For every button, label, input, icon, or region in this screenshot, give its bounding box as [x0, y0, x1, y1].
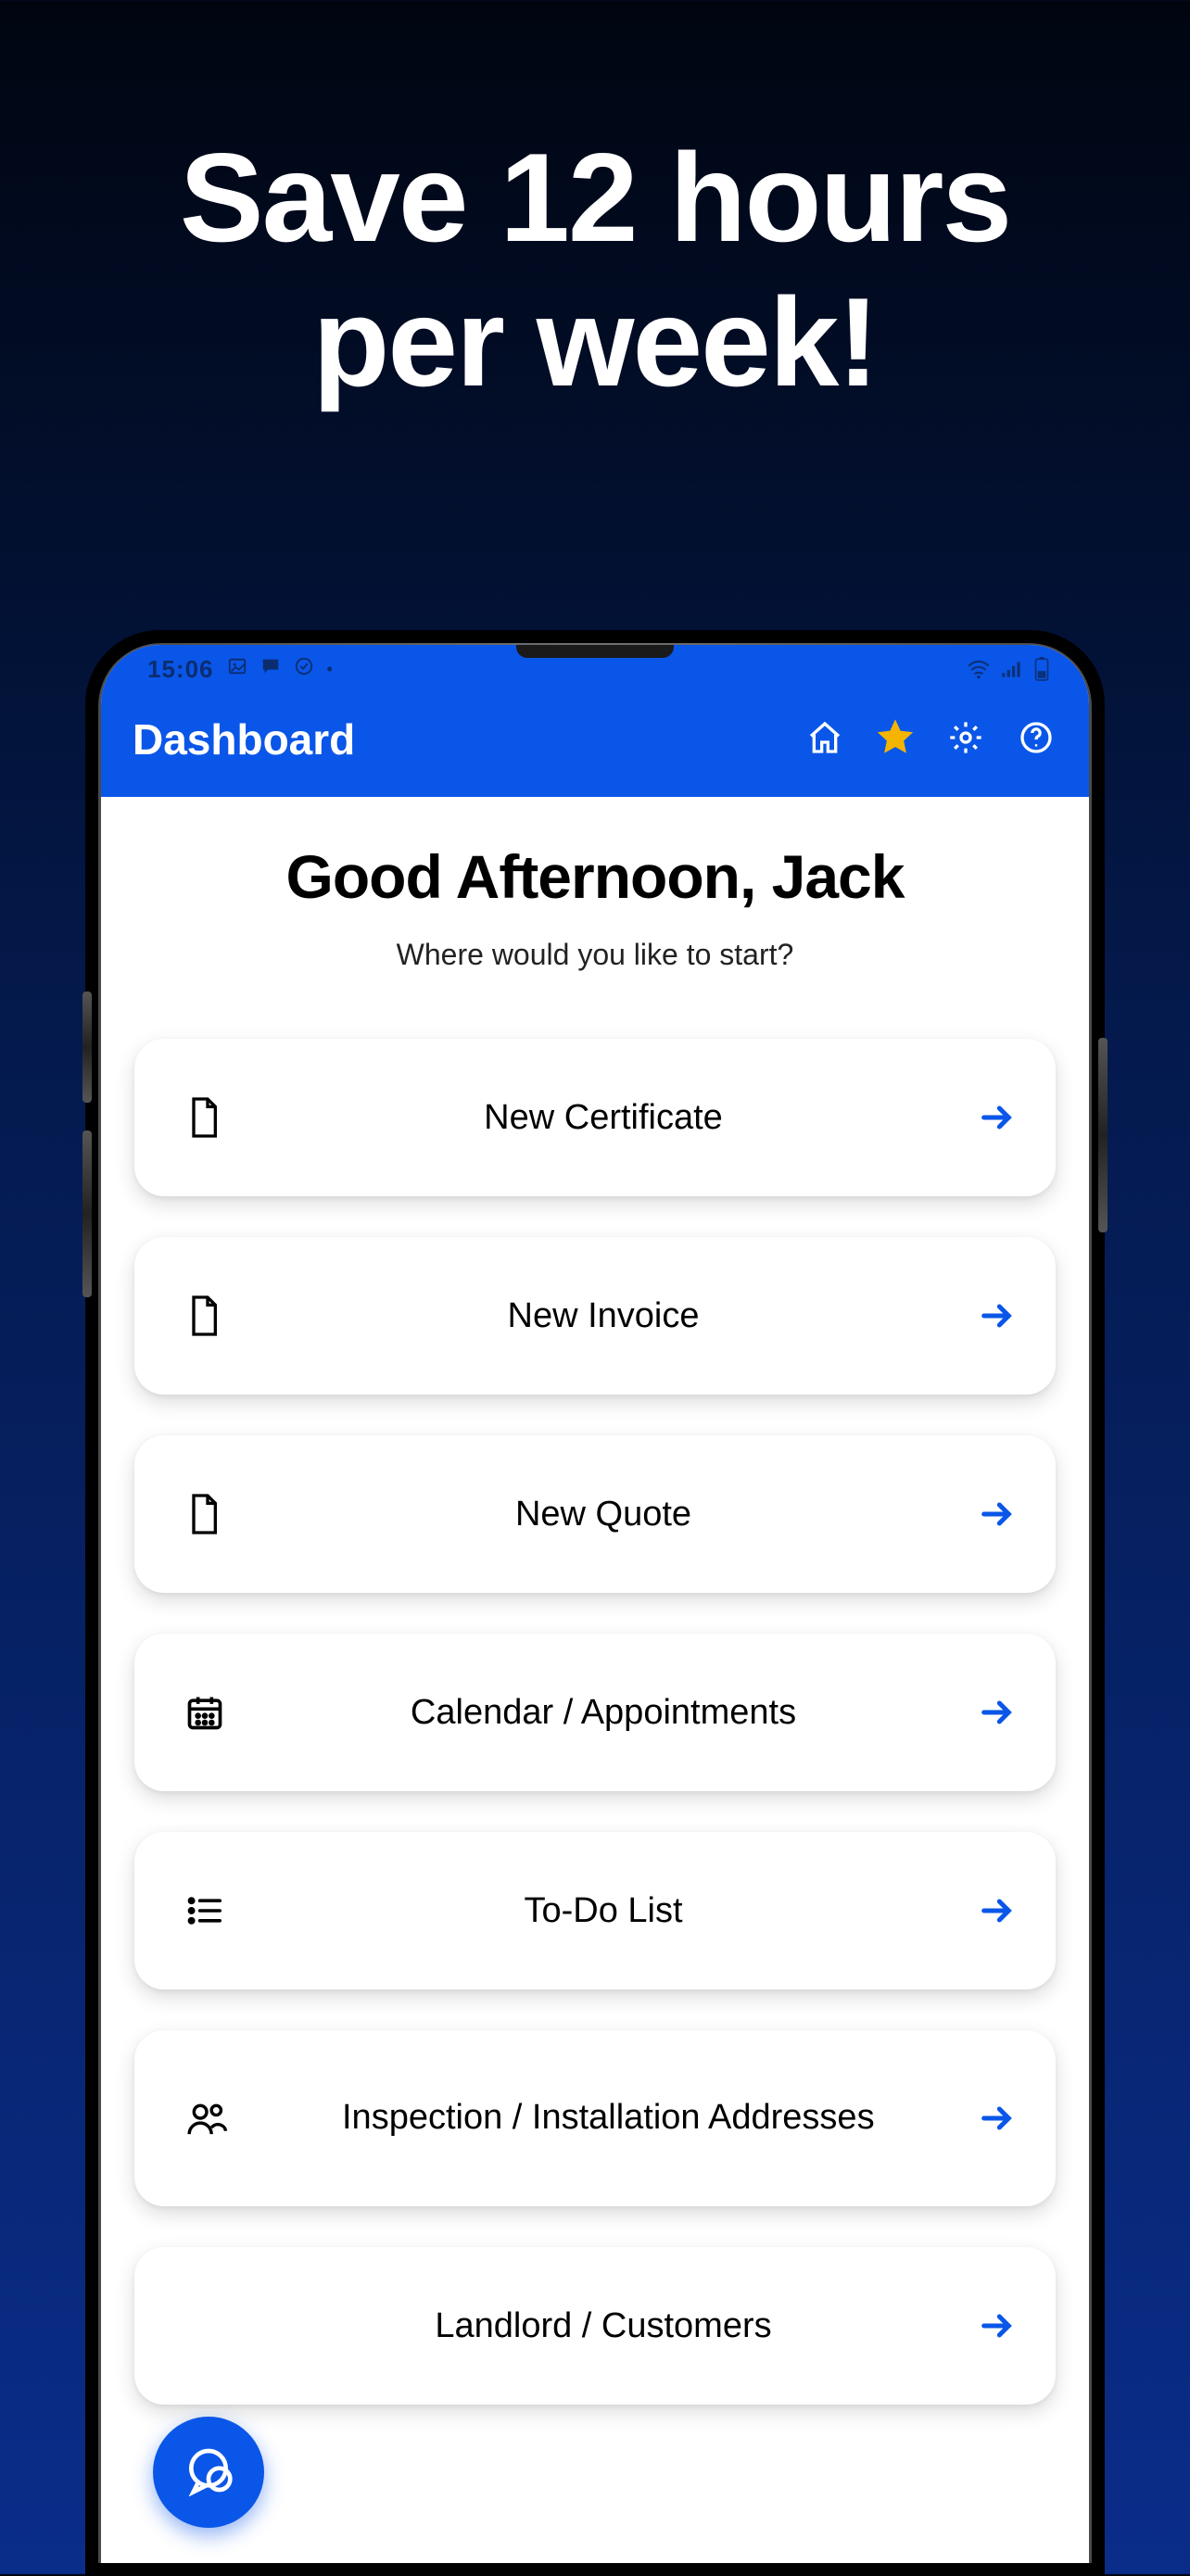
favorites-button[interactable]: [874, 718, 917, 761]
wifi-icon: [967, 659, 991, 679]
gear-icon: [947, 719, 984, 761]
document-icon: [184, 1095, 240, 1140]
card-label: To-Do List: [240, 1891, 967, 1931]
headline-line2: per week!: [0, 270, 1190, 414]
arrow-right-icon: [967, 2100, 1015, 2137]
todo-list-card[interactable]: To-Do List: [134, 1832, 1056, 1989]
marketing-headline: Save 12 hours per week!: [0, 0, 1190, 415]
dashboard-card-list: New Certificate New Invoice: [134, 1039, 1056, 2405]
list-icon: [184, 1894, 240, 1927]
greeting-text: Good Afternoon, Jack: [134, 841, 1056, 912]
phone-screen: 15:06 •: [101, 645, 1089, 2563]
card-label: New Invoice: [240, 1296, 967, 1336]
check-indicator-icon: [294, 656, 314, 682]
phone-side-button: [82, 991, 92, 1103]
new-quote-card[interactable]: New Quote: [134, 1435, 1056, 1593]
arrow-right-icon: [967, 1297, 1015, 1334]
message-indicator-icon: [260, 656, 281, 682]
dashboard-content: Good Afternoon, Jack Where would you lik…: [101, 797, 1089, 2405]
star-icon: [876, 718, 915, 762]
card-label: New Quote: [240, 1495, 967, 1534]
card-label: Landlord / Customers: [240, 2306, 967, 2346]
phone-side-button: [82, 1130, 92, 1297]
status-bar-right: [967, 657, 1050, 681]
card-label: Calendar / Appointments: [240, 1693, 967, 1733]
arrow-right-icon: [967, 1496, 1015, 1533]
dot-indicator-icon: •: [327, 660, 333, 679]
new-certificate-card[interactable]: New Certificate: [134, 1039, 1056, 1196]
arrow-right-icon: [967, 1892, 1015, 1929]
arrow-right-icon: [967, 1694, 1015, 1731]
help-icon: [1018, 719, 1055, 761]
landlord-customers-card[interactable]: Landlord / Customers: [134, 2247, 1056, 2405]
phone-bezel: 15:06 •: [98, 643, 1092, 2563]
page-title: Dashboard: [133, 714, 355, 764]
document-icon: [184, 1294, 240, 1338]
inspection-addresses-card[interactable]: Inspection / Installation Addresses: [134, 2030, 1056, 2206]
document-icon: [184, 1492, 240, 1536]
help-button[interactable]: [1015, 718, 1057, 761]
image-indicator-icon: [227, 656, 247, 682]
signal-icon: [1000, 659, 1024, 679]
status-bar-left: 15:06 •: [147, 655, 333, 684]
header-actions: [804, 718, 1057, 761]
chat-fab-button[interactable]: [153, 2417, 264, 2528]
calendar-appointments-card[interactable]: Calendar / Appointments: [134, 1634, 1056, 1791]
new-invoice-card[interactable]: New Invoice: [134, 1237, 1056, 1395]
headline-line1: Save 12 hours: [0, 125, 1190, 270]
arrow-right-icon: [967, 2307, 1015, 2344]
home-icon: [806, 719, 843, 761]
people-icon: [184, 2100, 240, 2137]
calendar-icon: [184, 1692, 240, 1733]
battery-icon: [1033, 657, 1050, 681]
chat-icon: [183, 2444, 234, 2501]
subtitle-text: Where would you like to start?: [134, 938, 1056, 972]
app-header: Dashboard: [101, 693, 1089, 797]
status-time: 15:06: [147, 655, 214, 684]
card-label: New Certificate: [240, 1098, 967, 1138]
card-label: Inspection / Installation Addresses: [240, 2095, 967, 2140]
phone-speaker-notch: [516, 645, 674, 658]
arrow-right-icon: [967, 1099, 1015, 1136]
home-button[interactable]: [804, 718, 846, 761]
phone-side-button: [1098, 1038, 1108, 1232]
phone-frame: 15:06 •: [85, 630, 1105, 2576]
settings-button[interactable]: [944, 718, 987, 761]
